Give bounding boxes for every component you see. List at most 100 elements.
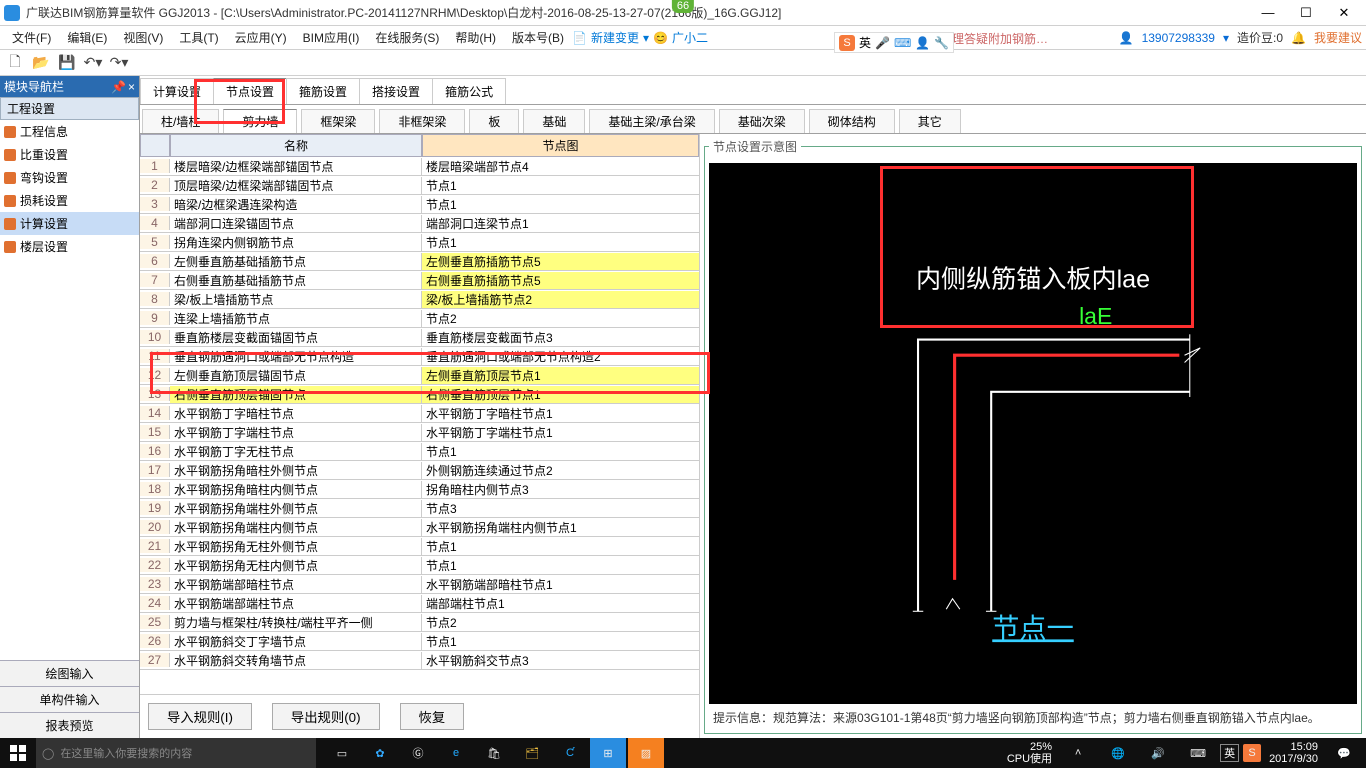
clock[interactable]: 15:092017/9/30	[1265, 741, 1322, 765]
nav-bottom-item[interactable]: 报表预览	[0, 712, 139, 738]
table-row[interactable]: 11垂直钢筋遇洞口或端部无节点构造垂直筋遇洞口或端部无节点构造2	[140, 347, 699, 366]
row-graph[interactable]: 节点2	[422, 310, 699, 327]
row-graph[interactable]: 水平钢筋丁字暗柱节点1	[422, 405, 699, 422]
row-graph[interactable]: 水平钢筋丁字端柱节点1	[422, 424, 699, 441]
col-graph[interactable]: 节点图	[422, 134, 699, 157]
tab-secondary[interactable]: 其它	[899, 109, 961, 133]
tb-app-1[interactable]: ✿	[362, 738, 398, 768]
tb-app-3[interactable]: Ƈ	[552, 738, 588, 768]
row-graph[interactable]: 垂直筋遇洞口或端部无节点构造2	[422, 348, 699, 365]
tb-app-5[interactable]: ▨	[628, 738, 664, 768]
user-avatar-icon[interactable]: 😊	[653, 31, 668, 45]
tab-secondary[interactable]: 基础主梁/承台梁	[589, 109, 714, 133]
table-row[interactable]: 13右侧垂直筋顶层锚固节点右侧垂直筋顶层节点1	[140, 385, 699, 404]
nav-item[interactable]: 弯钩设置	[0, 166, 139, 189]
row-graph[interactable]: 节点1	[422, 196, 699, 213]
tb-explorer[interactable]: 🗂	[514, 738, 550, 768]
nav-bottom-item[interactable]: 单构件输入	[0, 686, 139, 712]
nav-item[interactable]: 工程信息	[0, 120, 139, 143]
tab-secondary[interactable]: 基础次梁	[719, 109, 805, 133]
row-graph[interactable]: 左侧垂直筋插筋节点5	[422, 253, 699, 270]
table-row[interactable]: 2顶层暗梁/边框梁端部锚固节点节点1	[140, 176, 699, 195]
tb-app-2[interactable]: Ⓖ	[400, 738, 436, 768]
nav-group[interactable]: 工程设置	[0, 97, 139, 120]
start-button[interactable]	[0, 738, 36, 768]
table-row[interactable]: 23水平钢筋端部暗柱节点水平钢筋端部暗柱节点1	[140, 575, 699, 594]
tab-primary[interactable]: 计算设置	[140, 78, 214, 104]
feedback-link[interactable]: 我要建议	[1314, 29, 1362, 46]
table-row[interactable]: 6左侧垂直筋基础插筋节点左侧垂直筋插筋节点5	[140, 252, 699, 271]
credits-label[interactable]: 造价豆:0	[1237, 29, 1283, 46]
action-center-icon[interactable]: 💬	[1326, 738, 1362, 768]
restore-button[interactable]: 恢复	[400, 703, 465, 730]
menu-item[interactable]: BIM应用(I)	[295, 29, 368, 46]
taskbar-search[interactable]: ◯ 在这里输入你要搜索的内容	[36, 738, 316, 768]
tab-secondary[interactable]: 柱/墙柱	[142, 109, 219, 133]
row-graph[interactable]: 节点1	[422, 557, 699, 574]
tab-primary[interactable]: 箍筋公式	[432, 78, 506, 104]
tab-secondary[interactable]: 非框架梁	[379, 109, 465, 133]
row-graph[interactable]: 节点1	[422, 538, 699, 555]
tb-edge[interactable]: e	[438, 738, 474, 768]
nav-item[interactable]: 损耗设置	[0, 189, 139, 212]
row-graph[interactable]: 节点1	[422, 234, 699, 251]
row-graph[interactable]: 节点2	[422, 614, 699, 631]
row-graph[interactable]: 外侧钢筋连续通过节点2	[422, 462, 699, 479]
row-graph[interactable]: 右侧垂直筋插筋节点5	[422, 272, 699, 289]
row-graph[interactable]: 水平钢筋拐角端柱内侧节点1	[422, 519, 699, 536]
table-row[interactable]: 9连梁上墙插筋节点节点2	[140, 309, 699, 328]
nav-close-icon[interactable]: ×	[128, 80, 135, 94]
ime-mic-icon[interactable]: 🎤	[875, 36, 890, 50]
new-file-button[interactable]: 🗋	[4, 52, 26, 74]
export-rules-button[interactable]: 导出规则(0)	[272, 703, 380, 730]
task-view-button[interactable]: ▭	[324, 738, 360, 768]
menu-item[interactable]: 在线服务(S)	[367, 29, 447, 46]
table-row[interactable]: 17水平钢筋拐角暗柱外侧节点外侧钢筋连续通过节点2	[140, 461, 699, 480]
row-graph[interactable]: 楼层暗梁端部节点4	[422, 158, 699, 175]
table-row[interactable]: 18水平钢筋拐角暗柱内侧节点拐角暗柱内侧节点3	[140, 480, 699, 499]
tab-secondary[interactable]: 砌体结构	[809, 109, 895, 133]
row-graph[interactable]: 水平钢筋斜交节点3	[422, 652, 699, 669]
tab-primary[interactable]: 节点设置	[213, 78, 287, 104]
row-graph[interactable]: 节点1	[422, 443, 699, 460]
tray-sogou-icon[interactable]: S	[1243, 744, 1261, 762]
tray-up-icon[interactable]: ˄	[1060, 738, 1096, 768]
bell-icon[interactable]: 🔔	[1291, 31, 1306, 45]
row-graph[interactable]: 端部洞口连梁节点1	[422, 215, 699, 232]
nav-bottom-item[interactable]: 绘图输入	[0, 660, 139, 686]
table-row[interactable]: 4端部洞口连梁锚固节点端部洞口连梁节点1	[140, 214, 699, 233]
tray-ime-icon[interactable]: ⌨	[1180, 738, 1216, 768]
tab-primary[interactable]: 搭接设置	[359, 78, 433, 104]
ime-keyboard-icon[interactable]: ⌨	[894, 36, 911, 50]
maximize-button[interactable]: ☐	[1288, 1, 1324, 25]
row-graph[interactable]: 节点1	[422, 177, 699, 194]
tb-app-4[interactable]: ⊞	[590, 738, 626, 768]
table-row[interactable]: 22水平钢筋拐角无柱内侧节点节点1	[140, 556, 699, 575]
help-badge[interactable]: 66	[672, 0, 694, 13]
tray-vol-icon[interactable]: 🔊	[1140, 738, 1176, 768]
nav-item[interactable]: 比重设置	[0, 143, 139, 166]
col-name[interactable]: 名称	[170, 134, 422, 157]
table-row[interactable]: 10垂直筋楼层变截面锚固节点垂直筋楼层变截面节点3	[140, 328, 699, 347]
cpu-meter[interactable]: 25%CPU使用	[1003, 741, 1056, 765]
table-row[interactable]: 24水平钢筋端部端柱节点端部端柱节点1	[140, 594, 699, 613]
menu-item[interactable]: 工具(T)	[171, 29, 226, 46]
tab-primary[interactable]: 箍筋设置	[286, 78, 360, 104]
table-row[interactable]: 26水平钢筋斜交丁字墙节点节点1	[140, 632, 699, 651]
table-row[interactable]: 1楼层暗梁/边框梁端部锚固节点楼层暗梁端部节点4	[140, 157, 699, 176]
import-rules-button[interactable]: 导入规则(I)	[148, 703, 252, 730]
ime-toolbar[interactable]: S 英 🎤 ⌨ 👤 🔧	[834, 32, 954, 53]
menu-item[interactable]: 版本号(B)	[504, 29, 572, 46]
menu-item[interactable]: 编辑(E)	[59, 29, 115, 46]
menu-item[interactable]: 视图(V)	[115, 29, 171, 46]
table-row[interactable]: 21水平钢筋拐角无柱外侧节点节点1	[140, 537, 699, 556]
tb-store[interactable]: 🛍	[476, 738, 512, 768]
tab-secondary[interactable]: 基础	[523, 109, 585, 133]
ime-tools-icon[interactable]: 🔧	[934, 36, 949, 50]
account-icon[interactable]: 👤	[1119, 31, 1134, 45]
row-graph[interactable]: 节点1	[422, 633, 699, 650]
tab-secondary[interactable]: 框架梁	[301, 109, 375, 133]
row-graph[interactable]: 节点3	[422, 500, 699, 517]
table-row[interactable]: 15水平钢筋丁字端柱节点水平钢筋丁字端柱节点1	[140, 423, 699, 442]
close-button[interactable]: ✕	[1326, 1, 1362, 25]
